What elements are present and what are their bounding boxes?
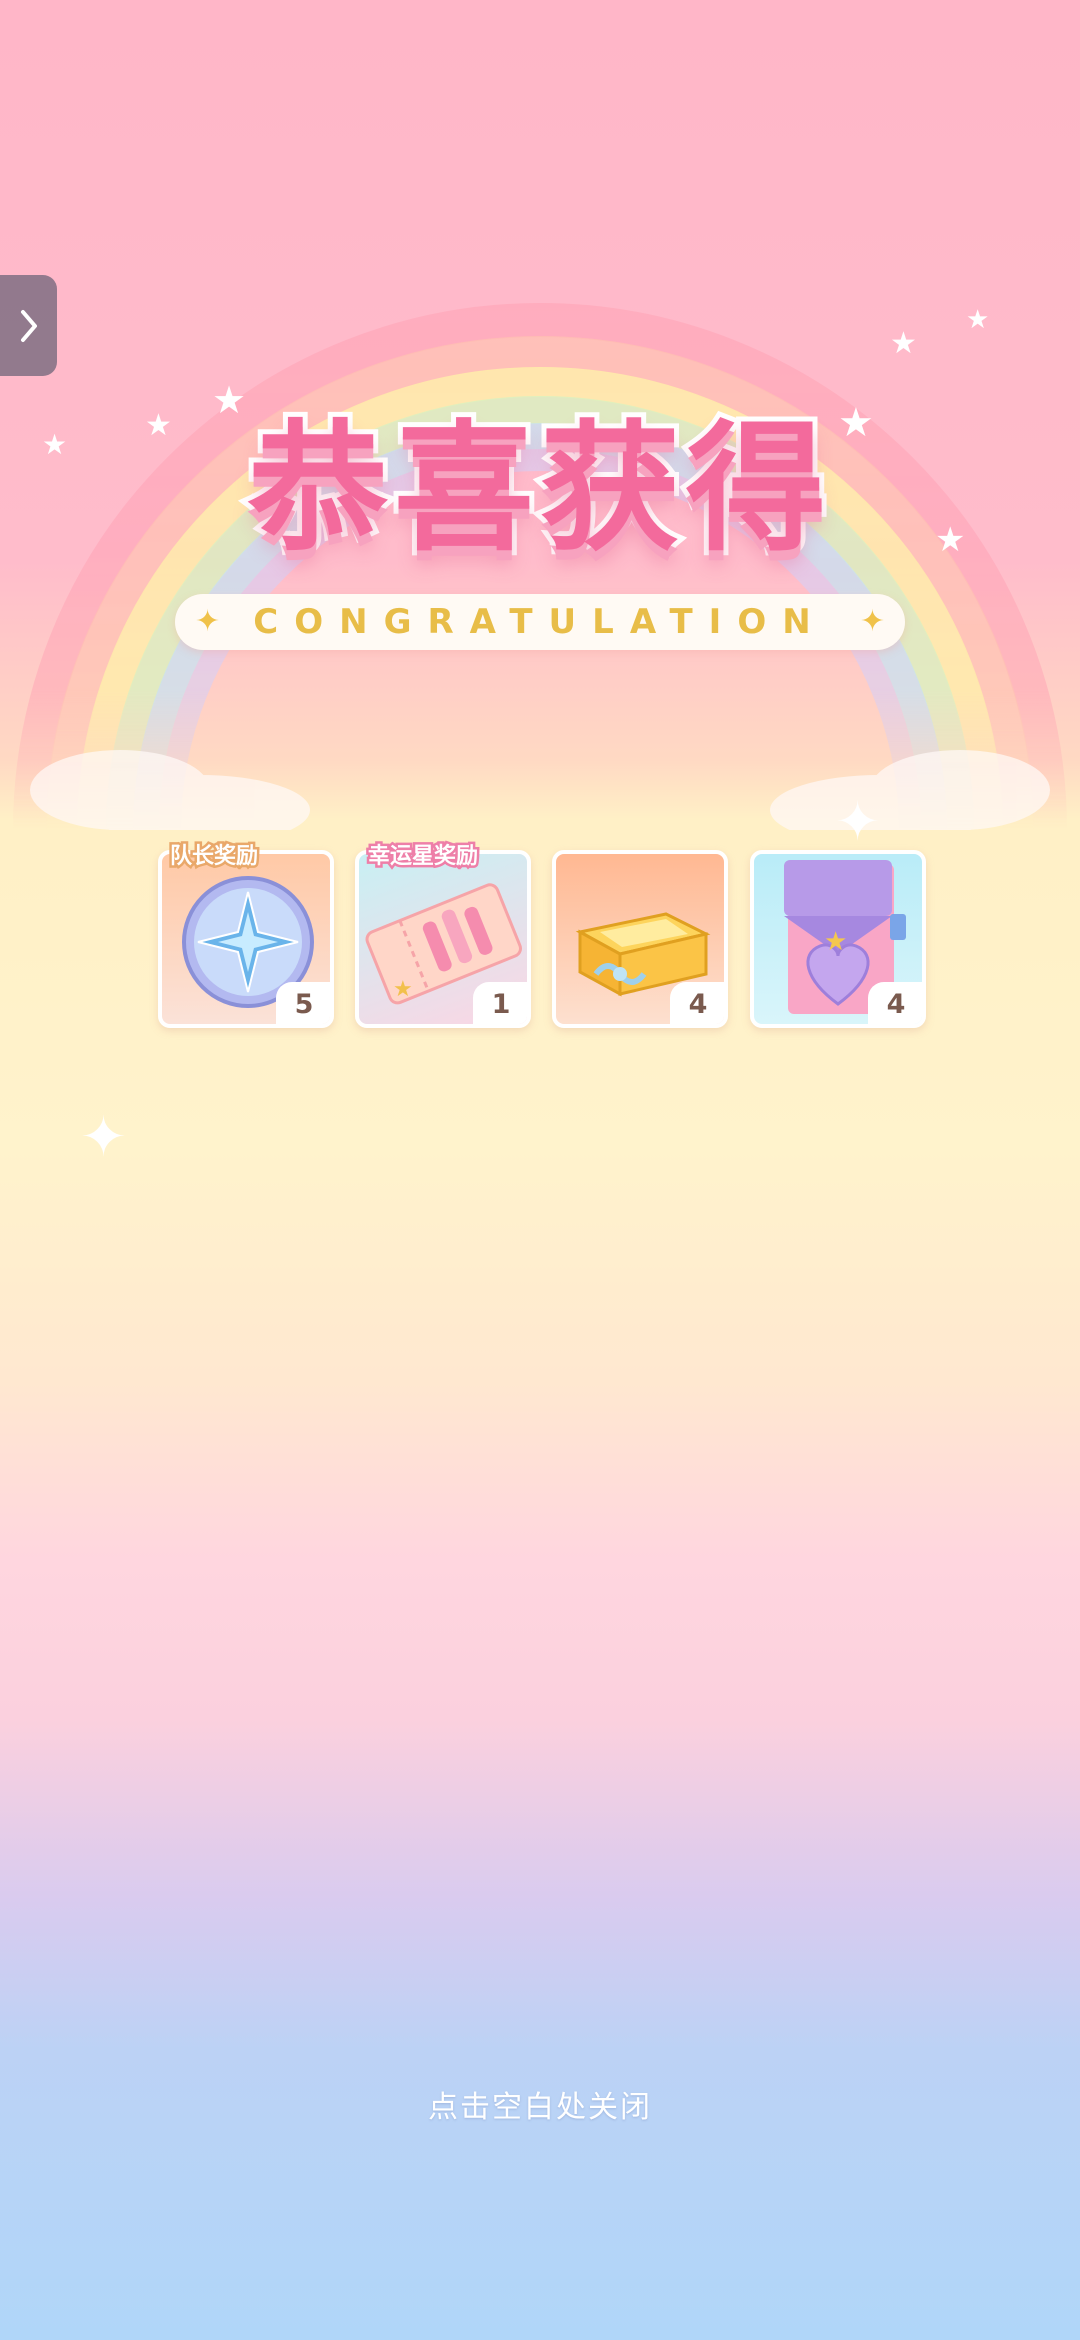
svg-text:★: ★ [824, 927, 847, 957]
subtitle-ribbon: ✦ CONGRATULATION ✦ [175, 594, 905, 650]
reward-quantity: 4 [868, 982, 922, 1024]
star-icon: ★ [145, 408, 172, 443]
title-banner: 恭喜获得 [190, 395, 890, 585]
tap-to-close-hint[interactable]: 点击空白处关闭 [0, 2082, 1080, 2126]
side-expand-tab[interactable] [0, 275, 57, 376]
reward-item-card[interactable]: 4 [552, 850, 728, 1028]
svg-text:★: ★ [393, 977, 413, 1002]
reward-tag-label: 队长奖励 [167, 842, 260, 872]
reward-quantity: 1 [473, 982, 527, 1024]
reward-item-card[interactable]: 5 [158, 850, 334, 1028]
subtitle-text: CONGRATULATION [253, 602, 827, 642]
star-icon: ★ [42, 428, 68, 461]
sparkle-icon: ✦ [195, 604, 221, 639]
star-icon: ★ [890, 326, 917, 361]
star-icon: ★ [935, 520, 966, 560]
reward-item-card[interactable]: ★ 4 [750, 850, 926, 1028]
reward-quantity: 5 [276, 982, 330, 1024]
sparkle-icon: ✦ [80, 1105, 127, 1170]
reward-tag-label: 幸运星奖励 [365, 842, 480, 872]
page-title: 恭喜获得 [243, 403, 832, 576]
sparkle-icon: ✦ [859, 604, 885, 639]
reward-item-card[interactable]: ★ 1 [355, 850, 531, 1028]
chevron-right-icon [20, 309, 37, 342]
reward-quantity: 4 [670, 982, 724, 1024]
star-icon: ★ [966, 305, 990, 335]
sparkle-icon: ✦ [835, 790, 881, 853]
